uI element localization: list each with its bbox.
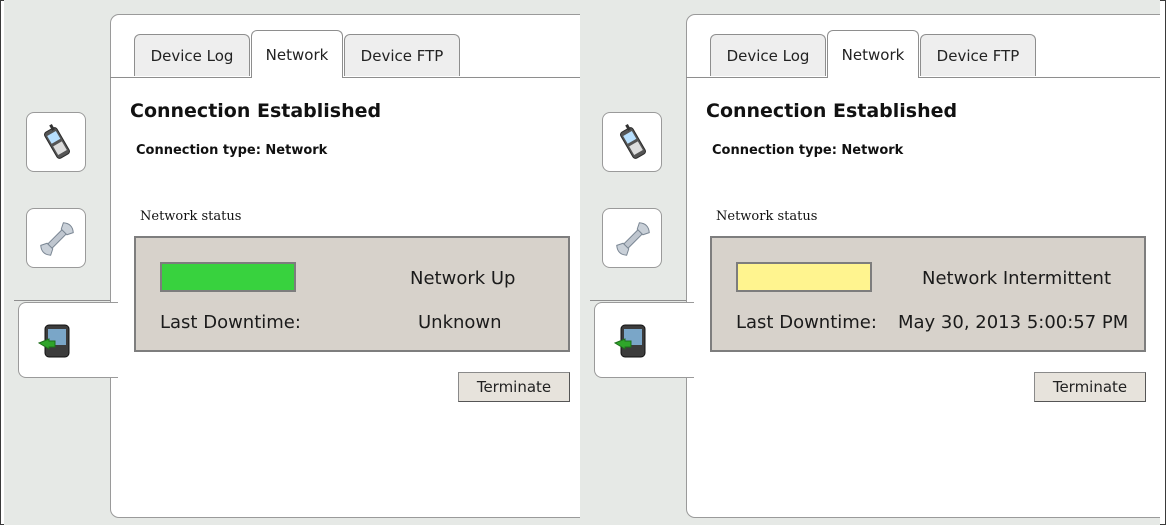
last-downtime-value: Unknown — [418, 312, 502, 333]
tab-device-log[interactable]: Device Log — [710, 34, 826, 76]
tab-label: Device FTP — [936, 46, 1020, 65]
tab-divider — [686, 77, 1160, 78]
side-button-settings[interactable] — [602, 208, 662, 268]
connection-type: Connection type: Network — [712, 143, 904, 158]
status-value: Network Up — [410, 268, 516, 289]
status-box: Network Up Last Downtime: Unknown — [134, 236, 570, 352]
side-button-phone[interactable] — [602, 112, 662, 172]
status-value: Network Intermittent — [922, 268, 1111, 289]
tab-network[interactable]: Network — [827, 30, 919, 78]
network-status-label: Network status — [140, 209, 242, 224]
last-downtime-value: May 30, 2013 5:00:57 PM — [898, 312, 1129, 333]
pda-sync-icon — [33, 321, 73, 361]
tab-device-log[interactable]: Device Log — [134, 34, 250, 76]
side-button-settings[interactable] — [26, 208, 86, 268]
side-button-connection[interactable] — [18, 302, 118, 378]
terminate-button[interactable]: Terminate — [1034, 372, 1146, 402]
tab-device-ftp[interactable]: Device FTP — [344, 34, 460, 76]
side-divider — [14, 300, 114, 301]
tab-network[interactable]: Network — [251, 30, 343, 78]
pda-sync-icon — [609, 321, 649, 361]
status-indicator — [736, 262, 872, 292]
connection-panel-left: Device Log Network Device FTP Connection… — [4, 0, 584, 525]
connection-panel-right: Device Log Network Device FTP Connection… — [580, 0, 1160, 525]
status-indicator — [160, 262, 296, 292]
page-title: Connection Established — [130, 100, 382, 122]
page-title: Connection Established — [706, 100, 958, 122]
connection-type: Connection type: Network — [136, 143, 328, 158]
tab-label: Network — [841, 45, 905, 64]
wrench-icon — [37, 219, 77, 259]
tab-divider — [110, 77, 584, 78]
last-downtime-label: Last Downtime: — [736, 312, 877, 333]
terminate-button[interactable]: Terminate — [458, 372, 570, 402]
tab-label: Device Log — [150, 46, 234, 65]
side-button-phone[interactable] — [26, 112, 86, 172]
side-button-connection[interactable] — [594, 302, 694, 378]
tab-label: Network — [265, 45, 329, 64]
network-status-label: Network status — [716, 209, 818, 224]
tab-label: Device Log — [726, 46, 810, 65]
phone-icon — [613, 123, 653, 163]
wrench-icon — [613, 219, 653, 259]
last-downtime-label: Last Downtime: — [160, 312, 301, 333]
tab-device-ftp[interactable]: Device FTP — [920, 34, 1036, 76]
tab-label: Device FTP — [360, 46, 444, 65]
phone-icon — [37, 123, 77, 163]
status-box: Network Intermittent Last Downtime: May … — [710, 236, 1146, 352]
side-divider — [590, 300, 690, 301]
